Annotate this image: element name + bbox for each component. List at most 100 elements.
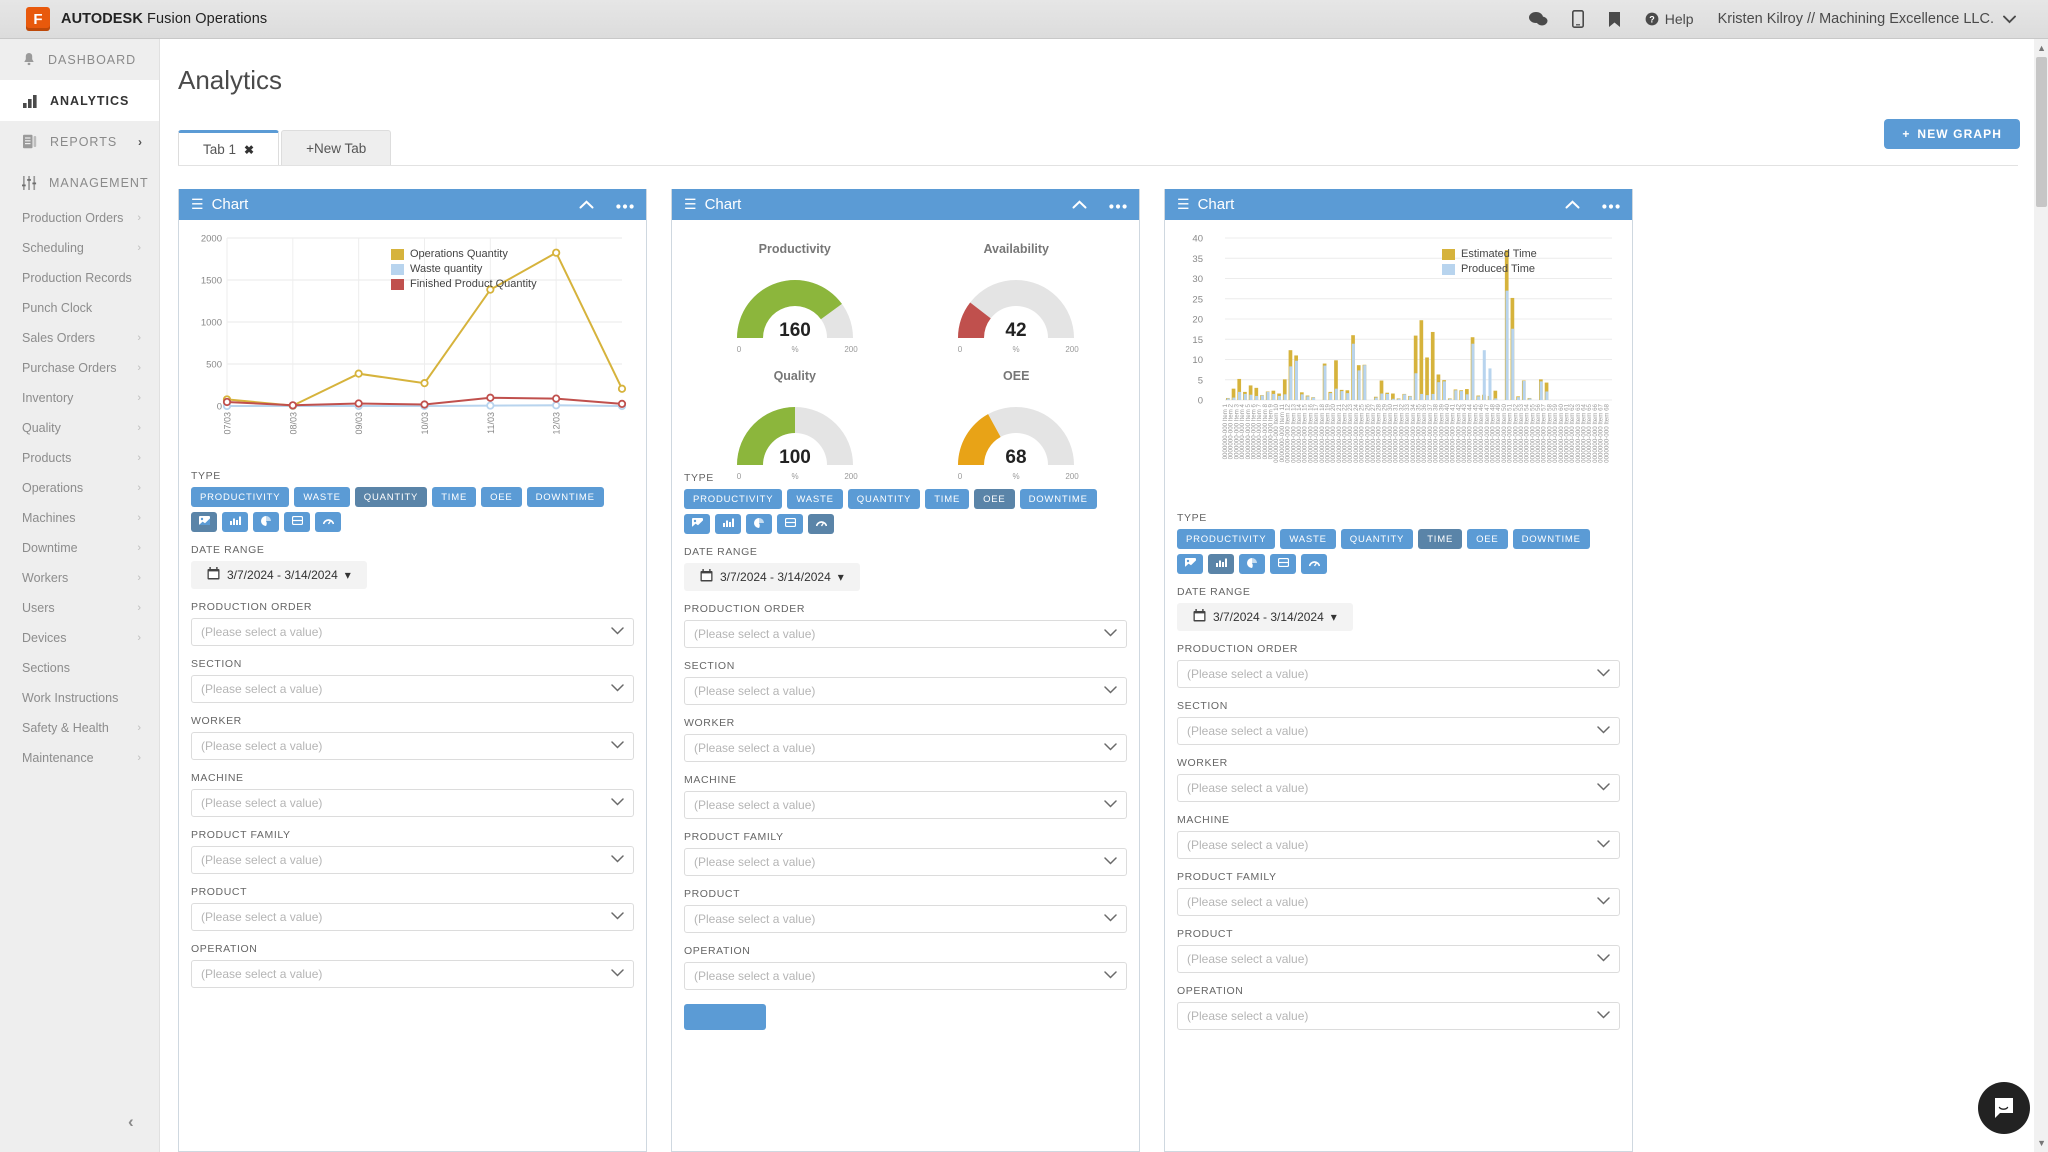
select-product-family[interactable]: (Please select a value) [684,848,1127,876]
select-product-family[interactable]: (Please select a value) [191,846,634,874]
sidebar-subitem-purchase-orders[interactable]: Purchase Orders › [0,353,159,383]
sidebar-subitem-safety-health[interactable]: Safety & Health › [0,713,159,743]
ellipsis-icon[interactable] [1602,196,1620,213]
ellipsis-icon[interactable] [616,196,634,213]
sidebar-subitem-inventory[interactable]: Inventory › [0,383,159,413]
close-icon[interactable]: ✖ [244,143,254,157]
panel-header[interactable]: ☰ Chart [179,189,646,220]
select-machine[interactable]: (Please select a value) [191,789,634,817]
view-button-bar-chart-icon[interactable] [715,514,741,534]
sidebar-subitem-sections[interactable]: Sections [0,653,159,683]
sidebar-subitem-production-orders[interactable]: Production Orders › [0,203,159,233]
tab-tab-1[interactable]: Tab 1 ✖ [178,130,280,166]
scroll-down-arrow-icon[interactable]: ▼ [2037,1138,2046,1148]
date-range-picker[interactable]: 3/7/2024 - 3/14/2024 ▾ [684,563,860,591]
view-button-line-chart-icon[interactable] [191,512,217,532]
view-button-bar-chart-icon[interactable] [222,512,248,532]
select-worker[interactable]: (Please select a value) [1177,774,1620,802]
sidebar-subitem-users[interactable]: Users › [0,593,159,623]
sidebar-item-reports[interactable]: REPORTS › [0,121,159,162]
select-operation[interactable]: (Please select a value) [191,960,634,988]
select-machine[interactable]: (Please select a value) [684,791,1127,819]
sidebar-subitem-production-records[interactable]: Production Records [0,263,159,293]
sidebar-item-dashboard[interactable]: DASHBOARD [0,39,159,80]
view-button-gauge-icon[interactable] [808,514,834,534]
select-production-order[interactable]: (Please select a value) [1177,660,1620,688]
sidebar-item-management[interactable]: MANAGEMENT ∨ [0,162,169,203]
bookmark-icon[interactable] [1608,11,1621,28]
select-product[interactable]: (Please select a value) [684,905,1127,933]
chevron-up-icon[interactable] [1072,196,1087,213]
type-button-quantity[interactable]: QUANTITY [354,487,428,507]
select-product[interactable]: (Please select a value) [1177,945,1620,973]
view-button-line-chart-icon[interactable] [1177,554,1203,574]
chat-icon[interactable] [1528,11,1548,27]
select-worker[interactable]: (Please select a value) [684,734,1127,762]
select-product[interactable]: (Please select a value) [191,903,634,931]
sidebar-subitem-work-instructions[interactable]: Work Instructions [0,683,159,713]
sidebar-item-analytics[interactable]: ANALYTICS [0,80,159,121]
type-button-oee[interactable]: OEE [1467,529,1508,549]
view-button-table-icon[interactable] [1270,554,1296,574]
chevron-up-icon[interactable] [1565,196,1580,213]
sidebar-subitem-products[interactable]: Products › [0,443,159,473]
select-section[interactable]: (Please select a value) [1177,717,1620,745]
sidebar-subitem-devices[interactable]: Devices › [0,623,159,653]
brand[interactable]: F AUTODESK Fusion Operations [26,7,267,31]
type-button-time[interactable]: TIME [1418,529,1463,549]
type-button-productivity[interactable]: PRODUCTIVITY [1177,529,1276,549]
type-button-downtime[interactable]: DOWNTIME [526,487,604,507]
apply-button[interactable] [684,1004,766,1030]
date-range-picker[interactable]: 3/7/2024 - 3/14/2024 ▾ [191,561,367,589]
type-button-downtime[interactable]: DOWNTIME [1512,529,1590,549]
hamburger-icon[interactable]: ☰ [684,196,697,213]
view-button-pie-chart-icon[interactable] [1239,554,1265,574]
sidebar-subitem-downtime[interactable]: Downtime › [0,533,159,563]
chat-bubble-icon[interactable] [1978,1082,2030,1134]
type-button-waste[interactable]: WASTE [294,487,350,507]
user-menu[interactable]: Kristen Kilroy // Machining Excellence L… [1718,11,2016,27]
sidebar-subitem-maintenance[interactable]: Maintenance › [0,743,159,773]
help-link[interactable]: ? Help [1645,11,1694,27]
sidebar-subitem-workers[interactable]: Workers › [0,563,159,593]
view-button-bar-chart-icon[interactable] [1208,554,1234,574]
sidebar-collapse-icon[interactable]: ‹ [128,1112,134,1132]
sidebar-subitem-machines[interactable]: Machines › [0,503,159,533]
view-button-pie-chart-icon[interactable] [253,512,279,532]
type-button-time[interactable]: TIME [432,487,477,507]
select-machine[interactable]: (Please select a value) [1177,831,1620,859]
panel-header[interactable]: ☰ Chart [1165,189,1632,220]
chevron-up-icon[interactable] [579,196,594,213]
select-section[interactable]: (Please select a value) [191,675,634,703]
page-scrollbar[interactable]: ▲ ▼ [2034,39,2048,1152]
date-range-picker[interactable]: 3/7/2024 - 3/14/2024 ▾ [1177,603,1353,631]
view-button-gauge-icon[interactable] [315,512,341,532]
select-operation[interactable]: (Please select a value) [1177,1002,1620,1030]
type-button-waste[interactable]: WASTE [1280,529,1336,549]
view-button-pie-chart-icon[interactable] [746,514,772,534]
view-button-gauge-icon[interactable] [1301,554,1327,574]
sidebar-subitem-punch-clock[interactable]: Punch Clock [0,293,159,323]
type-button-oee[interactable]: OEE [481,487,522,507]
panel-header[interactable]: ☰ Chart [672,189,1139,220]
type-button-productivity[interactable]: PRODUCTIVITY [191,487,290,507]
select-product-family[interactable]: (Please select a value) [1177,888,1620,916]
view-button-line-chart-icon[interactable] [684,514,710,534]
view-button-table-icon[interactable] [777,514,803,534]
sidebar-subitem-quality[interactable]: Quality › [0,413,159,443]
view-button-table-icon[interactable] [284,512,310,532]
sidebar-subitem-sales-orders[interactable]: Sales Orders › [0,323,159,353]
type-button-quantity[interactable]: QUANTITY [1340,529,1414,549]
tab-new-tab[interactable]: +New Tab [281,130,392,166]
sidebar-subitem-scheduling[interactable]: Scheduling › [0,233,159,263]
scroll-up-arrow-icon[interactable]: ▲ [2037,43,2046,53]
hamburger-icon[interactable]: ☰ [191,196,204,213]
select-production-order[interactable]: (Please select a value) [684,620,1127,648]
new-graph-button[interactable]: + NEW GRAPH [1884,119,2020,149]
ellipsis-icon[interactable] [1109,196,1127,213]
mobile-icon[interactable] [1571,10,1584,28]
select-operation[interactable]: (Please select a value) [684,962,1127,990]
select-worker[interactable]: (Please select a value) [191,732,634,760]
select-production-order[interactable]: (Please select a value) [191,618,634,646]
page-scrollbar-thumb[interactable] [2036,57,2047,207]
